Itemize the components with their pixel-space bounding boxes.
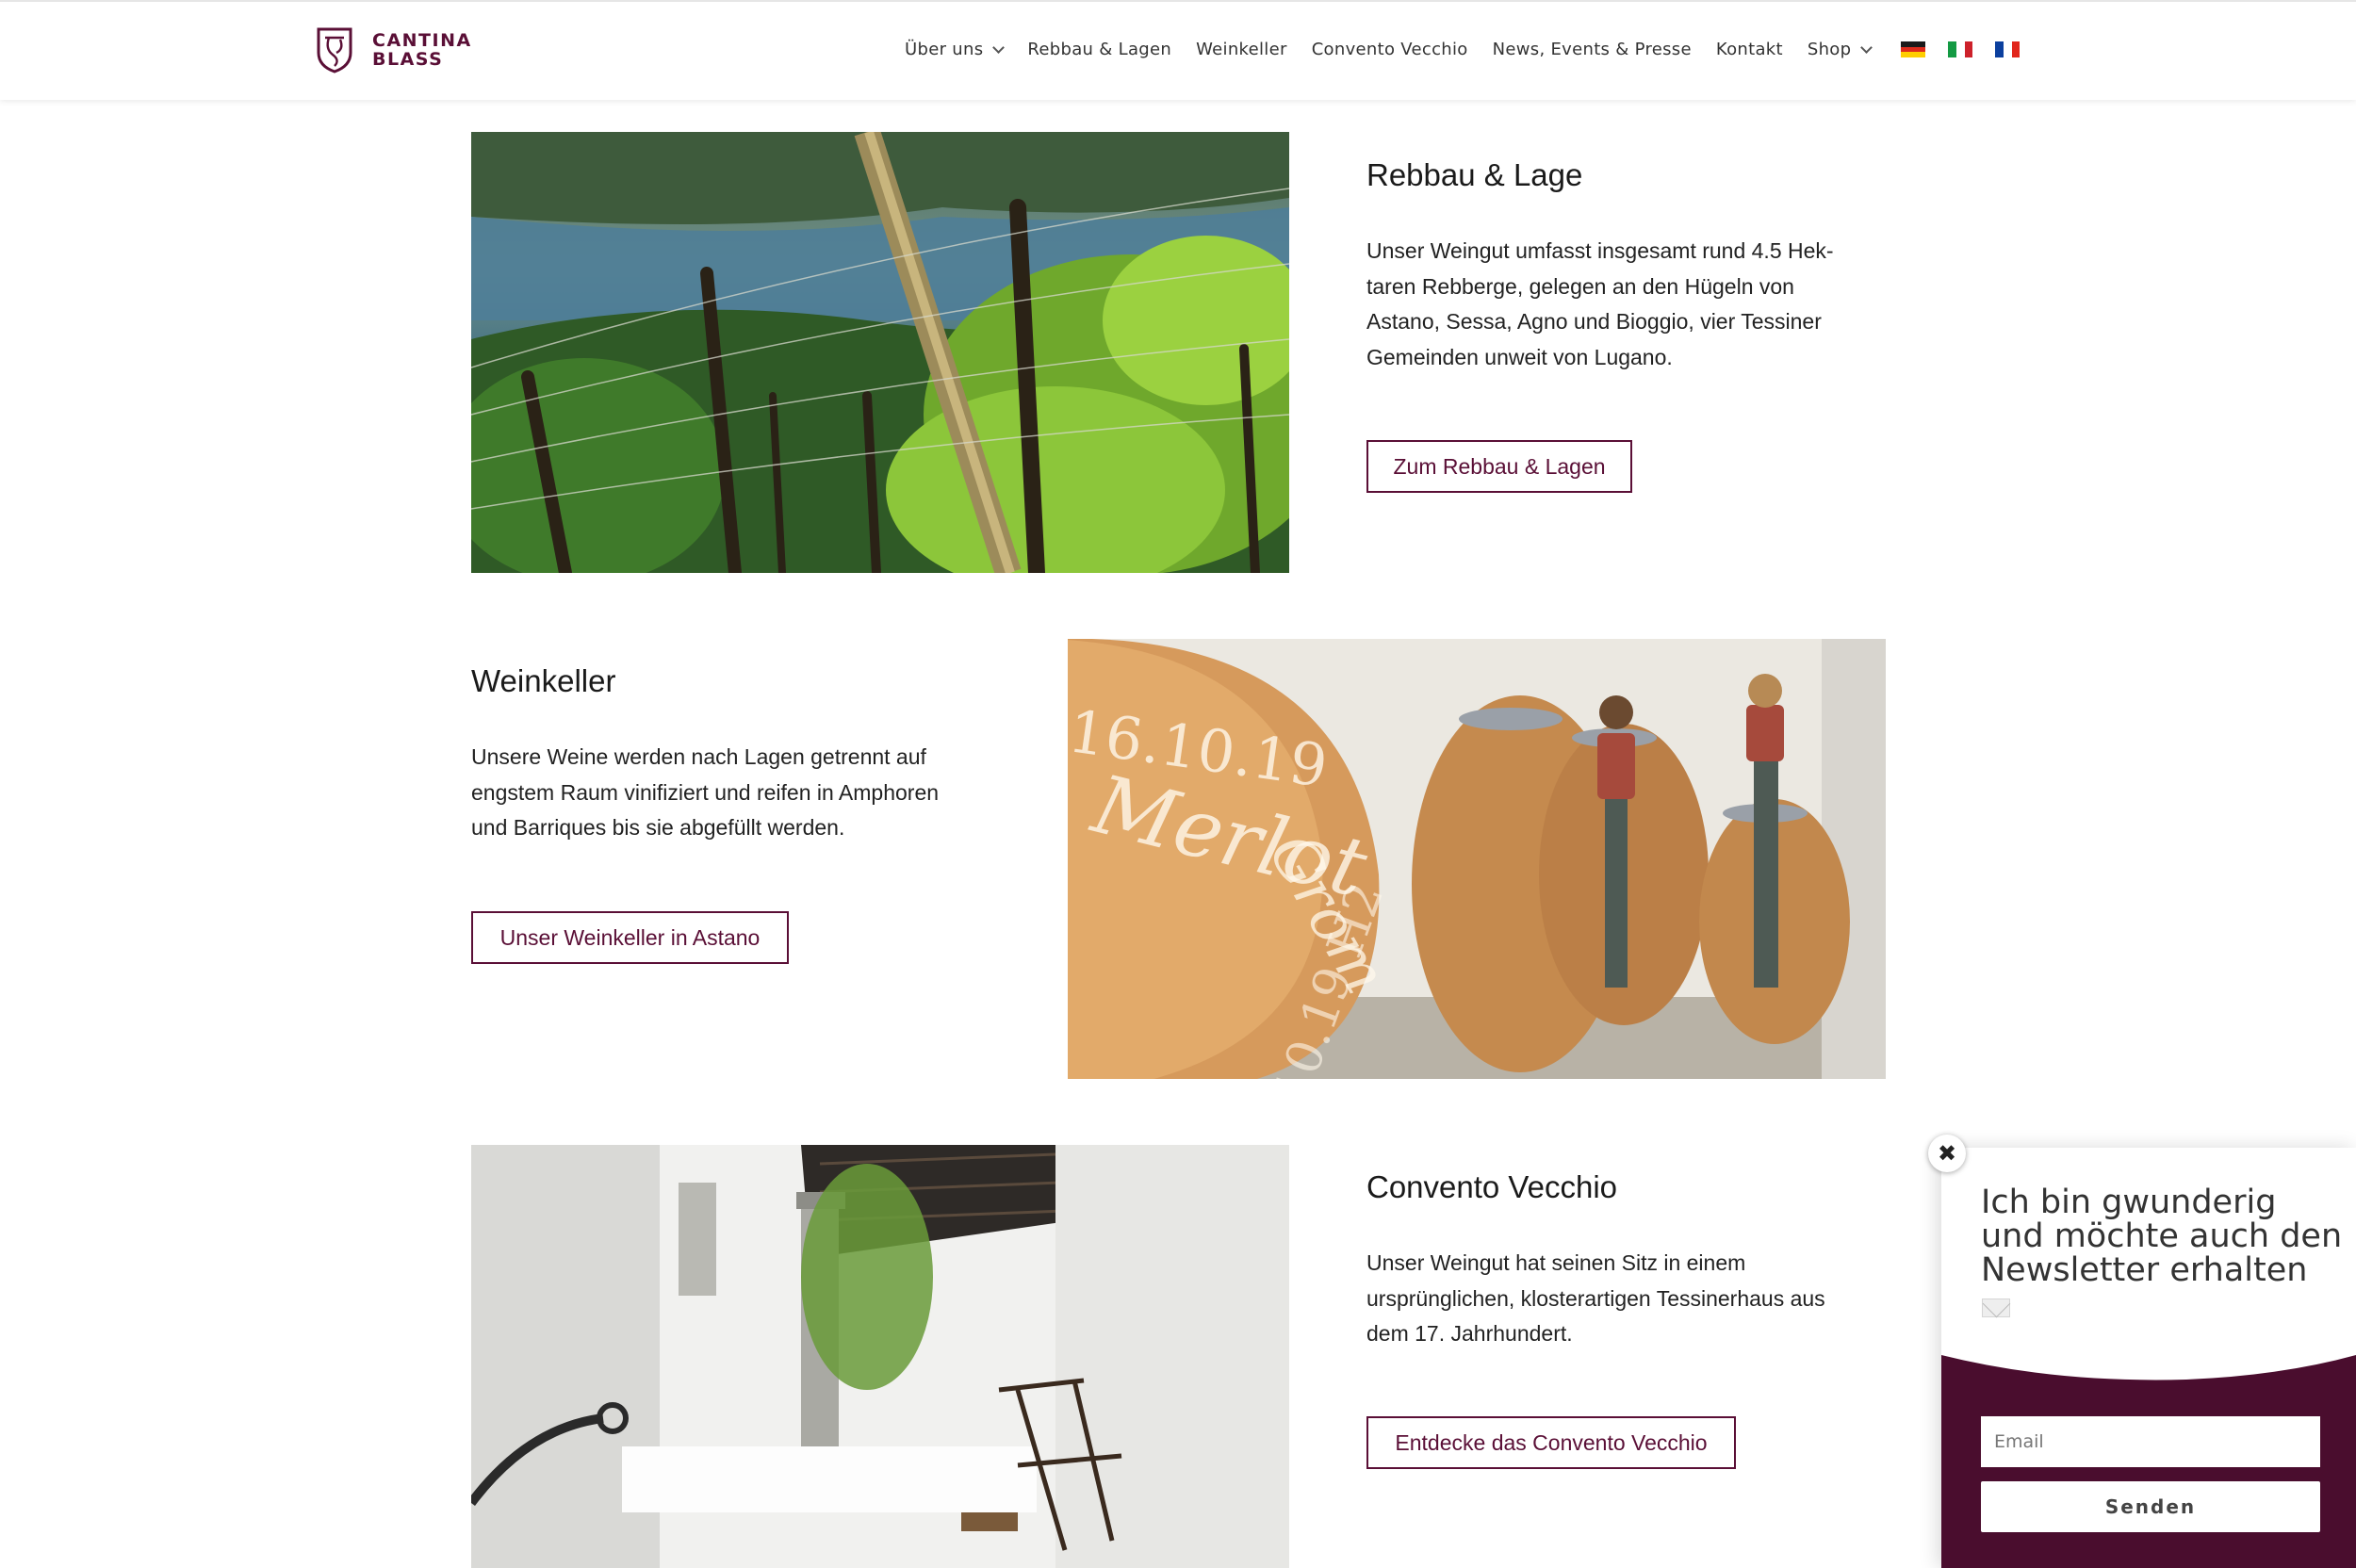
nav-item-convento[interactable]: Convento Vecchio xyxy=(1312,40,1468,59)
nav-item-rebbau[interactable]: Rebbau & Lagen xyxy=(1027,40,1171,59)
site-logo[interactable]: CANTINA BLASS xyxy=(316,26,472,74)
it-flag-icon[interactable] xyxy=(1948,41,1973,57)
vineyard-photo xyxy=(471,132,1289,573)
envelope-icon xyxy=(1982,1298,2010,1317)
site-header: CANTINA BLASS Über uns Rebbau & Lagen We… xyxy=(0,0,2356,100)
de-flag-icon[interactable] xyxy=(1901,41,1926,58)
convento-title: Convento Vecchio xyxy=(1366,1169,1618,1204)
weinkeller-title: Weinkeller xyxy=(471,663,616,698)
rebbau-text: Unser Weingut umfasst insgesamt rund 4.5… xyxy=(1366,238,1834,369)
nav-item-ueber-uns[interactable]: Über uns xyxy=(905,40,1006,59)
brand-line-1: CANTINA xyxy=(372,30,472,51)
convento-button[interactable]: Entdecke das Convento Vecchio xyxy=(1366,1416,1736,1469)
convento-photo xyxy=(471,1145,1289,1568)
newsletter-title: Ich bin gwunderig und möchte auch den Ne… xyxy=(1981,1184,2343,1289)
weinkeller-text: Unsere Weine werden nach Lagen getrennt … xyxy=(471,744,940,840)
nav-label: Shop xyxy=(1807,40,1852,59)
nav-label: Weinkeller xyxy=(1196,40,1287,59)
nav-label: News, Events & Presse xyxy=(1492,40,1692,59)
chevron-down-icon xyxy=(1860,41,1873,54)
nav-item-kontakt[interactable]: Kontakt xyxy=(1716,40,1783,59)
nav-label: Rebbau & Lagen xyxy=(1027,40,1172,59)
close-popup-button[interactable]: ✖ xyxy=(1928,1135,1966,1172)
main-nav: Über uns Rebbau & Lagen Weinkeller Conve… xyxy=(905,40,2021,59)
chevron-down-icon xyxy=(992,41,1006,54)
rebbau-button[interactable]: Zum Rebbau & Lagen xyxy=(1366,440,1632,493)
rebbau-title: Rebbau & Lage xyxy=(1366,157,1583,192)
send-button[interactable]: Senden xyxy=(1981,1481,2320,1532)
crest-logo-icon xyxy=(317,27,352,74)
vineyard-image xyxy=(471,132,1289,573)
nav-label: Über uns xyxy=(905,40,984,59)
email-field[interactable] xyxy=(1981,1416,2320,1467)
weinkeller-button[interactable]: Unser Weinkeller in Astano xyxy=(471,911,789,964)
nav-item-shop[interactable]: Shop xyxy=(1807,40,1873,59)
convento-text: Unser Weingut hat seinen Sitz in einem u… xyxy=(1366,1250,1825,1346)
nav-label: Kontakt xyxy=(1715,40,1783,59)
cloister-image xyxy=(471,1145,1289,1568)
nav-item-weinkeller[interactable]: Weinkeller xyxy=(1196,40,1287,59)
language-switcher xyxy=(1901,41,2021,58)
newsletter-popup: Ich bin gwunderig und möchte auch den Ne… xyxy=(1941,1148,2356,1568)
fr-flag-icon[interactable] xyxy=(1995,41,2021,57)
brand-line-2: BLASS xyxy=(372,49,444,70)
cellar-photo: 16.10.19 Merlot Grom 17.10.19 H2 xyxy=(1068,639,1886,1079)
nav-item-news[interactable]: News, Events & Presse xyxy=(1493,40,1692,59)
nav-label: Convento Vecchio xyxy=(1311,40,1468,59)
